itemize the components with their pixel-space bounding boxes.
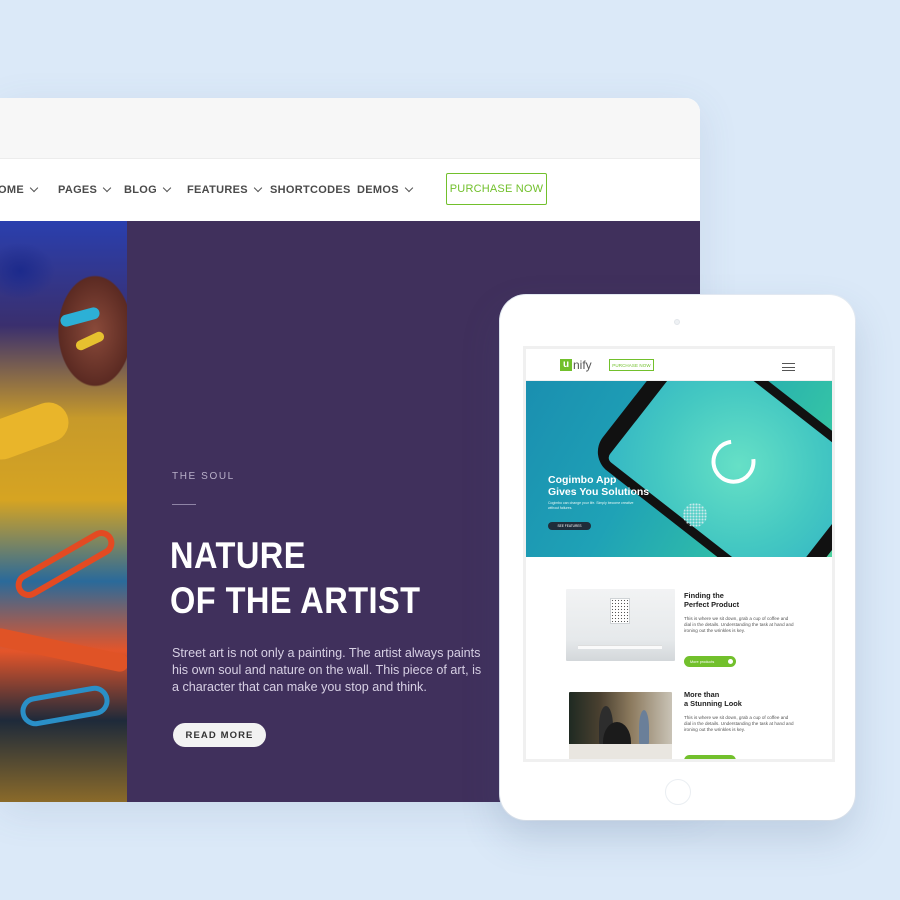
more-products-button[interactable]: More products bbox=[684, 656, 736, 667]
chevron-down-icon bbox=[102, 183, 112, 193]
nav-item-label: DEMOS bbox=[357, 184, 399, 196]
hero-title: NATURE OF THE ARTIST bbox=[170, 533, 421, 623]
nav-item-label: PAGES bbox=[58, 184, 98, 196]
unify-logo[interactable]: u nify bbox=[560, 358, 592, 372]
product-image-office bbox=[569, 692, 672, 759]
arrow-right-icon bbox=[728, 659, 733, 664]
nav-item-pages[interactable]: PAGES bbox=[58, 159, 112, 221]
tablet-hero-title-line: Cogimbo App bbox=[548, 474, 617, 486]
tablet-hero-title: Cogimbo App Gives You Solutions bbox=[548, 474, 649, 498]
chevron-down-icon bbox=[404, 183, 414, 193]
see-features-button[interactable]: SEE FEATURES bbox=[548, 522, 591, 530]
product-title-line: a Stunning Look bbox=[684, 699, 742, 708]
tablet-site-header: u nify PURCHASE NOW bbox=[526, 349, 832, 381]
site-navigation: OME PAGES BLOG FEATURES SHORTCODES DEMOS… bbox=[0, 159, 700, 221]
logo-mark: u bbox=[560, 359, 572, 371]
nav-item-label: SHORTCODES bbox=[270, 184, 351, 196]
dot-pattern bbox=[683, 503, 707, 527]
product-title-line: Perfect Product bbox=[684, 600, 740, 609]
product-text: This is where we sit down, grab a cup of… bbox=[684, 616, 794, 634]
product-button[interactable] bbox=[684, 755, 736, 759]
tablet-purchase-button[interactable]: PURCHASE NOW bbox=[609, 359, 654, 371]
divider bbox=[172, 504, 196, 505]
desk bbox=[578, 645, 662, 649]
nav-item-home[interactable]: OME bbox=[0, 159, 39, 221]
phone-image bbox=[588, 381, 832, 557]
read-more-button[interactable]: READ MORE bbox=[173, 723, 266, 747]
product-title-line: Finding the bbox=[684, 591, 724, 600]
chevron-down-icon bbox=[253, 183, 263, 193]
hero-title-line: NATURE bbox=[170, 535, 306, 576]
product-title: Finding the Perfect Product bbox=[684, 591, 739, 609]
nav-item-label: BLOG bbox=[124, 184, 157, 196]
hero-title-line: OF THE ARTIST bbox=[170, 580, 421, 621]
tablet-camera bbox=[674, 319, 680, 325]
chevron-down-icon bbox=[29, 183, 39, 193]
app-logo-icon bbox=[702, 430, 765, 493]
street-art-image bbox=[0, 221, 127, 802]
nav-item-demos[interactable]: DEMOS bbox=[357, 159, 414, 221]
browser-top-bar bbox=[0, 98, 700, 159]
tablet-hero-subtitle: Cogimbo can change your life. Simply bec… bbox=[548, 501, 634, 510]
wall-frame bbox=[610, 598, 630, 624]
logo-text: nify bbox=[573, 358, 592, 372]
nav-item-features[interactable]: FEATURES bbox=[187, 159, 263, 221]
nav-item-shortcodes[interactable]: SHORTCODES bbox=[270, 159, 351, 221]
hero-kicker: THE SOUL bbox=[172, 471, 235, 482]
tablet-home-button bbox=[665, 779, 691, 805]
purchase-now-button[interactable]: PURCHASE NOW bbox=[446, 173, 547, 205]
product-title: More than a Stunning Look bbox=[684, 690, 742, 708]
button-label: More products bbox=[690, 659, 715, 664]
product-title-line: More than bbox=[684, 690, 720, 699]
product-text: This is where we sit down, grab a cup of… bbox=[684, 715, 794, 733]
tablet-hero-banner: Cogimbo App Gives You Solutions Cogimbo … bbox=[526, 381, 832, 557]
tablet-screen: u nify PURCHASE NOW Cogimbo App Gives Yo… bbox=[523, 346, 835, 762]
nav-item-blog[interactable]: BLOG bbox=[124, 159, 172, 221]
nav-item-label: OME bbox=[0, 184, 24, 196]
nav-item-label: FEATURES bbox=[187, 184, 248, 196]
product-image-interior bbox=[566, 589, 675, 661]
hamburger-menu-icon[interactable] bbox=[782, 363, 795, 374]
chevron-down-icon bbox=[162, 183, 172, 193]
hero-description: Street art is not only a painting. The a… bbox=[172, 646, 482, 694]
tablet-mockup: u nify PURCHASE NOW Cogimbo App Gives Yo… bbox=[500, 295, 855, 820]
tablet-hero-title-line: Gives You Solutions bbox=[548, 486, 650, 498]
